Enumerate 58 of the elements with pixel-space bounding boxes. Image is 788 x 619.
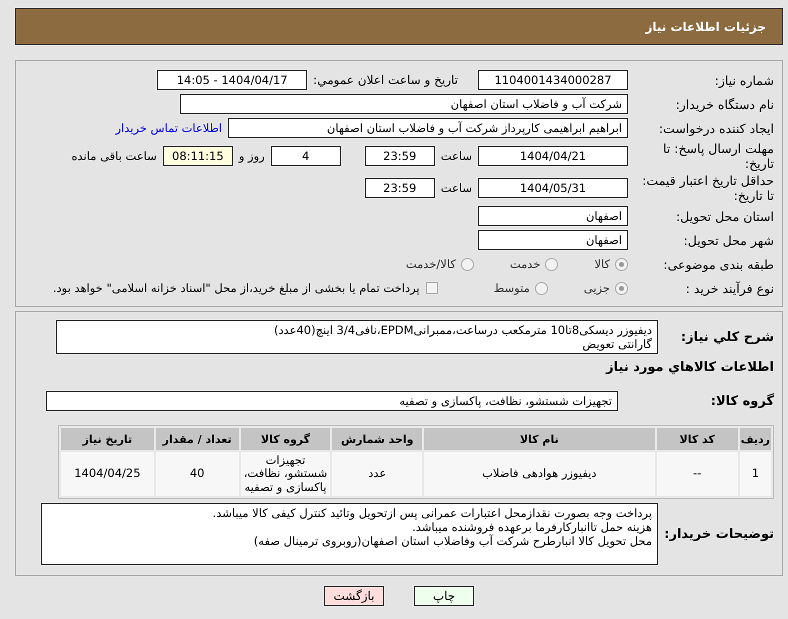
announce-date-field: 1404/04/17 - 14:05	[157, 70, 308, 90]
table-cell: دیفیوزر هوادهی فاضلاب	[424, 452, 655, 496]
field-label: گروه کالا:	[710, 394, 774, 408]
city-field: اصفهان	[478, 230, 628, 250]
table-cell: 1404/04/25	[61, 452, 154, 496]
field-label: نوع فرآیند خرید :	[684, 280, 774, 296]
days-field: 4	[270, 146, 341, 166]
field-label: تاریخ و ساعت اعلان عمومي:	[313, 73, 458, 87]
column-header: نام کالا	[424, 428, 655, 450]
process-radio[interactable]: جزیی	[584, 281, 628, 295]
column-header: کد کالا	[656, 428, 738, 450]
column-header: تاریخ نیاز	[61, 428, 154, 450]
page-title: جزئیات اطلاعات نیاز	[645, 20, 766, 34]
category-radio[interactable]: خدمت	[510, 257, 558, 271]
reply-date-field: 1404/04/21	[478, 146, 628, 166]
reply-time-field: 23:59	[364, 146, 435, 166]
province-field: اصفهان	[478, 206, 628, 226]
validity-time-field: 23:59	[364, 178, 435, 198]
field-label: شرح کلي نياز:	[680, 330, 774, 344]
time-label: ساعت	[440, 181, 472, 195]
field-label: استان محل تحویل:	[674, 208, 774, 224]
table-cell: 40	[156, 452, 239, 496]
remaining-time-field: 08:11:15	[162, 146, 233, 166]
field-label: مهلت ارسال پاسخ: تا تاریخ:	[662, 141, 774, 171]
days-label: روز و	[238, 149, 265, 163]
field-label: طبقه بندی موضوعی:	[662, 256, 774, 272]
table-cell: 1	[740, 452, 771, 496]
time-label: ساعت	[440, 149, 472, 163]
goods-group-field: تجهیزات شستشو، نظافت، پاکسازی و تصفیه	[46, 391, 618, 411]
treasury-label: پرداخت تمام یا بخشی از مبلغ خرید،از محل "اسناد خزانه اسلامی" خواهد بود.	[52, 281, 420, 295]
treasury-checkbox[interactable]	[426, 282, 438, 294]
requester-field: ابراهیم ابراهیمی کارپرداز شرکت آب و فاضلاب استان اصفهان	[228, 118, 628, 138]
table-cell: تجهیزات شستشو، نظافت، پاکسازی و تصفیه	[240, 452, 330, 496]
field-label: حداقل تاریخ اعتبار قیمت: تا تاریخ:	[642, 173, 774, 203]
summary-textarea[interactable]: دیفیوزر دیسکی8تا10 مترمکعب درساعت،ممبرانیEPDM،نافی3/4 اینچ(40عدد) گارانتی تعویض	[56, 320, 658, 354]
category-radio[interactable]: کالا/خدمت	[406, 257, 474, 271]
field-label: شهر محل تحویل:	[682, 232, 774, 248]
print-button[interactable]: چاپ	[414, 586, 474, 606]
buyer-contact-link[interactable]: اطلاعات تماس خریدار	[115, 121, 222, 135]
column-header: واحد شمارش	[332, 428, 422, 450]
need-number-field: 1104001434000287	[478, 70, 628, 90]
process-radio[interactable]: متوسط	[494, 281, 548, 295]
back-button[interactable]: بازگشت	[324, 586, 384, 606]
field-label: ایجاد کننده درخواست:	[658, 120, 774, 136]
field-label: شماره نیاز:	[714, 72, 774, 88]
field-label: توضیحات خریدار:	[664, 526, 774, 542]
column-header: گروه کالا	[240, 428, 330, 450]
category-radio[interactable]: کالا	[594, 257, 628, 271]
table-cell: --	[656, 452, 738, 496]
column-header: تعداد / مقدار	[156, 428, 239, 450]
section-title: اطلاعات کالاهاي مورد نياز	[604, 360, 774, 375]
validity-date-field: 1404/05/31	[478, 178, 628, 198]
buyer-notes-textarea[interactable]: پرداخت وجه بصورت نقدازمحل اعتبارات عمرانی پس ازتحویل وتائید کنترل کیفی کالا میباشد. هزینه حمل تاانبارکارفرما برعهده فروشنده میباشد. محل تحویل کالا انبارطرح شرکت آب وفاضلاب استان اصفهان(روبروی ترمینال صفه)	[41, 503, 658, 565]
column-header: ردیف	[740, 428, 771, 450]
remaining-label: ساعت باقی مانده	[72, 149, 157, 163]
field-label: نام دستگاه خريدار:	[674, 96, 774, 112]
buyer-org-field: شرکت آب و فاضلاب استان اصفهان	[180, 94, 628, 114]
table-cell: عدد	[332, 452, 422, 496]
